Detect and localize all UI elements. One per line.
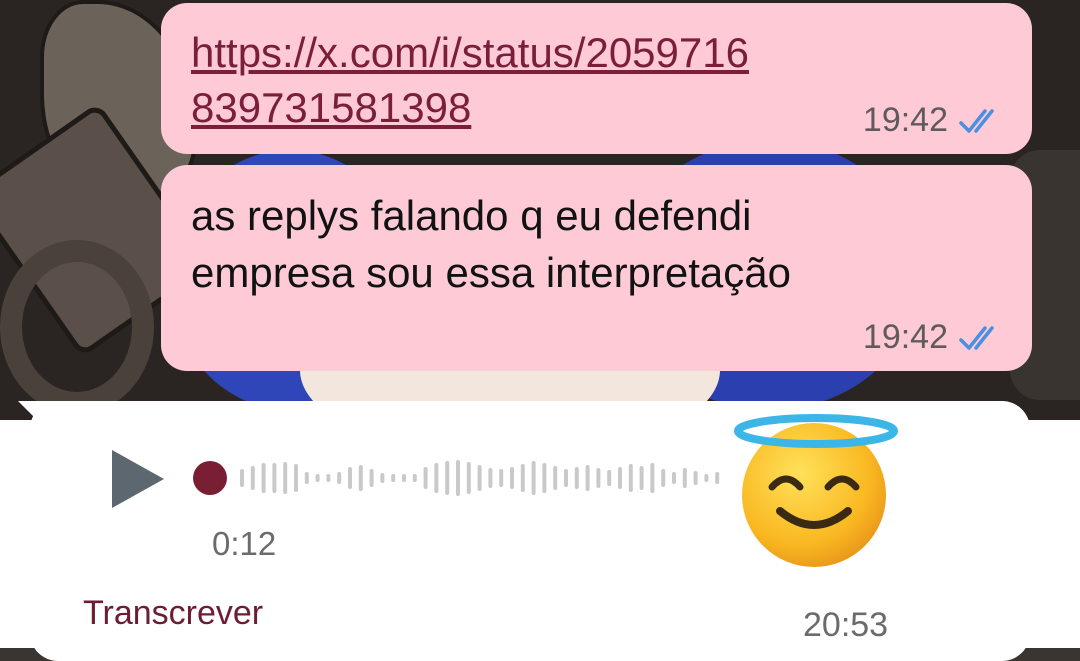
waveform-bar: [380, 473, 385, 483]
waveform-bar: [402, 474, 406, 482]
audio-waveform[interactable]: [236, 446, 726, 510]
play-icon[interactable]: [108, 446, 168, 512]
waveform-bar: [261, 463, 266, 493]
waveform-bar: [423, 467, 428, 489]
waveform-bar: [326, 474, 331, 482]
waveform-bar: [294, 464, 298, 492]
waveform-bar: [607, 470, 612, 486]
waveform-bar: [250, 466, 255, 490]
waveform-bar: [434, 463, 439, 493]
waveform-bar: [618, 467, 622, 489]
waveform-bar: [520, 464, 525, 492]
waveform-bar: [585, 465, 590, 491]
waveform-bar: [650, 463, 655, 493]
waveform-bar: [358, 465, 363, 491]
waveform-bar: [693, 471, 698, 485]
waveform-bar: [661, 469, 666, 487]
waveform-bar: [315, 474, 320, 482]
message-meta: 19:42: [863, 101, 1004, 140]
message-time: 19:42: [862, 318, 948, 356]
message-link[interactable]: https://x.com/i/status/20597168397315813…: [191, 25, 751, 135]
transcribe-button[interactable]: Transcrever: [83, 594, 263, 633]
waveform-bar: [272, 463, 277, 493]
waveform-bar: [672, 472, 676, 484]
message-meta: 19:42: [863, 318, 1004, 357]
waveform-bar: [715, 472, 720, 484]
waveform-bar: [596, 468, 601, 488]
waveform-bar: [542, 463, 547, 493]
message-text-content: as replys falando q eu defendi empresa s…: [191, 192, 791, 296]
outgoing-message-bubble[interactable]: as replys falando q eu defendi empresa s…: [161, 165, 1032, 371]
voice-duration: 0:12: [212, 525, 277, 562]
waveform-bar: [553, 466, 558, 490]
waveform-bar: [412, 474, 417, 482]
waveform-bar: [531, 461, 536, 495]
message-time: 19:42: [862, 101, 948, 139]
waveform-bar: [639, 466, 644, 490]
waveform-bar: [574, 467, 579, 489]
waveform-bar: [369, 469, 374, 487]
waveform-bar: [391, 474, 396, 482]
waveform-bar: [240, 469, 244, 487]
smiling-face-with-halo-icon: [734, 414, 898, 567]
incoming-voice-message[interactable]: 0:12 Transcrever 20:53: [30, 401, 1030, 661]
waveform-bar: [564, 469, 568, 487]
playback-position-handle[interactable]: [193, 461, 227, 495]
waveform-bar: [304, 472, 309, 484]
waveform-bar: [477, 465, 482, 491]
message-text: as replys falando q eu defendi empresa s…: [191, 187, 911, 301]
waveform-bar: [456, 460, 460, 496]
waveform-bar: [510, 467, 514, 489]
voice-message-time: 20:53: [803, 606, 889, 644]
outgoing-message-bubble[interactable]: https://x.com/i/status/20597168397315813…: [161, 3, 1032, 154]
waveform-bar: [466, 462, 471, 494]
waveform-bar: [488, 468, 493, 488]
waveform-bar: [682, 468, 687, 488]
read-ticks-icon: [959, 108, 994, 133]
waveform-bar: [628, 464, 633, 492]
waveform-bar: [337, 472, 342, 484]
waveform-bar: [445, 461, 450, 495]
waveform-bar: [499, 469, 504, 487]
read-ticks-icon: [959, 325, 994, 350]
waveform-bar: [283, 462, 288, 494]
waveform-bar: [704, 474, 709, 482]
waveform-bar: [348, 467, 352, 489]
